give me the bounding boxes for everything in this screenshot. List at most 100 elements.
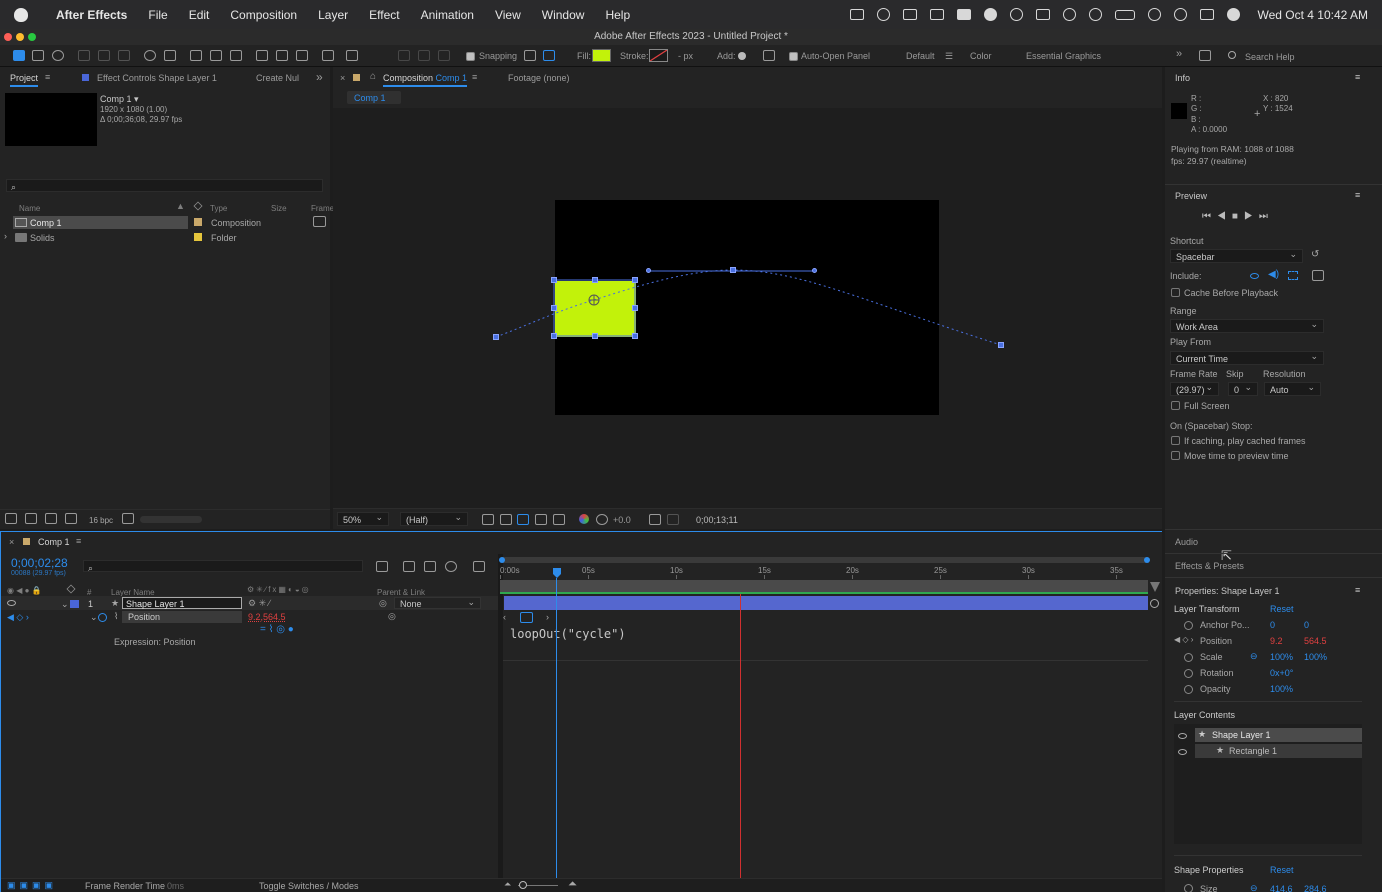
path-vertex-handle[interactable]	[998, 342, 1004, 348]
preview-title[interactable]: Preview	[1175, 191, 1207, 201]
next-frame-icon[interactable]: ▶	[1244, 211, 1259, 222]
siri-icon[interactable]	[1227, 8, 1241, 21]
selection-tool-icon[interactable]	[13, 50, 25, 61]
axis-local-icon[interactable]	[398, 50, 410, 61]
range-dropdown[interactable]: Work Area	[1170, 319, 1324, 333]
bit-depth[interactable]: 16 bpc	[89, 516, 113, 525]
col-type[interactable]: Type	[210, 204, 227, 213]
snap-feature-icon[interactable]	[543, 50, 555, 61]
close-comp-tab-icon[interactable]: ×	[340, 73, 345, 83]
stop-icon[interactable]: ■	[1232, 211, 1244, 222]
include-video-icon[interactable]	[1250, 273, 1259, 279]
collapse-switch-icon[interactable]: ⚙ ✳ ∕	[248, 598, 270, 609]
comp-info-name[interactable]: Comp 1 ▾	[100, 94, 139, 105]
search-help-input[interactable]: Search Help	[1245, 52, 1295, 62]
property-pickwhip-icon[interactable]: ◎	[388, 611, 396, 622]
expand-arrow-icon[interactable]: ›	[4, 231, 7, 241]
dropbox-icon[interactable]	[957, 9, 972, 20]
last-frame-icon[interactable]: ⏭	[1259, 211, 1274, 222]
grammarly-icon[interactable]	[1010, 8, 1024, 21]
channels-icon[interactable]	[579, 514, 589, 524]
dolly-tool-icon[interactable]	[118, 50, 130, 61]
new-comp-icon[interactable]	[45, 513, 57, 524]
keyframe-in-icon[interactable]: ‹	[503, 612, 506, 622]
resolution-dropdown[interactable]: (Half)	[400, 512, 468, 526]
apple-icon[interactable]	[14, 7, 28, 22]
work-area-bar[interactable]	[500, 580, 1148, 592]
trash-icon[interactable]	[122, 513, 134, 524]
pan-tool-icon[interactable]	[98, 50, 110, 61]
menu-composition[interactable]: Composition	[230, 8, 297, 22]
anchor-x-value[interactable]: 0	[1270, 620, 1275, 630]
zoom-tool-icon[interactable]	[52, 50, 64, 61]
viewer-timecode[interactable]: 0;00;13;11	[696, 515, 738, 525]
move-time-checkbox[interactable]	[1171, 451, 1180, 460]
tab-effect-controls[interactable]: Effect Controls Shape Layer 1	[97, 73, 217, 83]
effects-presets-title[interactable]: Effects & Presets	[1175, 561, 1244, 571]
control-center-icon[interactable]	[1200, 9, 1215, 20]
axis-view-icon[interactable]	[438, 50, 450, 61]
constrain-proportions-icon[interactable]: ⊖	[1250, 651, 1258, 662]
stroke-label[interactable]: Stroke:	[620, 51, 649, 61]
pen-tool-icon[interactable]	[210, 50, 222, 61]
thumbnail-slider[interactable]	[140, 516, 202, 523]
timeline-menu-icon[interactable]: ≡	[76, 536, 81, 546]
battery-icon[interactable]	[1115, 9, 1136, 20]
eraser-tool-icon[interactable]	[296, 50, 308, 61]
stopwatch-icon[interactable]	[98, 613, 107, 622]
contents-eye-icon[interactable]	[1178, 733, 1187, 739]
project-search-input[interactable]: ⌕	[6, 179, 323, 192]
preview-resolution-dropdown[interactable]: Auto	[1264, 382, 1321, 396]
contents-item-shape-layer[interactable]: ★ Shape Layer 1	[1195, 728, 1362, 742]
comp-end-marker-icon[interactable]	[1150, 582, 1160, 592]
bounding-box-handle[interactable]	[551, 305, 557, 311]
play-from-dropdown[interactable]: Current Time	[1170, 351, 1324, 365]
time-machine-icon[interactable]	[1089, 8, 1103, 21]
moon-icon[interactable]	[1063, 8, 1077, 21]
fast-preview-icon[interactable]	[482, 514, 494, 525]
menu-view[interactable]: View	[495, 8, 521, 22]
fill-label[interactable]: Fill:	[577, 51, 591, 61]
exposure-value[interactable]: +0.0	[613, 515, 631, 525]
prev-frame-icon[interactable]: ◀	[1217, 211, 1232, 222]
size-x-value[interactable]: 414.6	[1270, 884, 1293, 892]
timeline-search-input[interactable]: ⌕	[83, 560, 363, 573]
bounding-box-handle[interactable]	[632, 305, 638, 311]
app-menu[interactable]: After Effects	[56, 8, 127, 22]
snapshot-icon[interactable]	[649, 514, 661, 525]
include-overlays-icon[interactable]	[1288, 271, 1298, 280]
col-size[interactable]: Size	[271, 204, 287, 213]
preview-menu-icon[interactable]: ≡	[1355, 190, 1360, 200]
opacity-stopwatch-icon[interactable]	[1184, 685, 1193, 694]
shape-layer-icon[interactable]	[763, 50, 775, 61]
bounding-box-handle[interactable]	[632, 277, 638, 283]
transform-reset-button[interactable]: Reset	[1270, 604, 1294, 614]
pick-whip-icon[interactable]: ◎	[379, 598, 387, 609]
contents-item-rectangle[interactable]: ★ Rectangle 1	[1195, 744, 1362, 758]
layer-label-color[interactable]	[70, 600, 79, 608]
brush-tool-icon[interactable]	[256, 50, 268, 61]
label-color-yellow[interactable]	[194, 233, 202, 241]
label-header-icon[interactable]	[66, 584, 76, 594]
shape-reset-button[interactable]: Reset	[1270, 865, 1294, 875]
layer-name-field[interactable]: Shape Layer 1	[122, 597, 242, 609]
current-time-indicator[interactable]	[556, 578, 557, 892]
workspace-color[interactable]: Color	[970, 51, 992, 61]
parent-dropdown[interactable]: None	[394, 597, 481, 609]
path-vertex-handle[interactable]	[730, 267, 736, 273]
anchor-y-value[interactable]: 0	[1304, 620, 1309, 630]
wifi-icon[interactable]	[1148, 8, 1162, 21]
close-timeline-tab-icon[interactable]: ×	[9, 537, 14, 547]
workspace-default[interactable]: Default	[906, 51, 935, 61]
show-snapshot-icon[interactable]	[667, 514, 679, 525]
search-icon[interactable]	[1174, 8, 1188, 21]
clock[interactable]: Wed Oct 4 10:42 AM	[1257, 8, 1368, 22]
interpret-footage-icon[interactable]	[5, 513, 17, 524]
cc-icon[interactable]	[877, 8, 891, 21]
position-value[interactable]: 9.2,564.5	[248, 612, 286, 622]
navigator-end-handle[interactable]	[1144, 557, 1150, 563]
shy-layers-icon[interactable]	[424, 561, 436, 572]
snapping-checkbox[interactable]	[466, 52, 475, 61]
keyboard-icon[interactable]	[1036, 9, 1051, 20]
zoom-in-icon[interactable]: ⏶	[568, 878, 577, 891]
